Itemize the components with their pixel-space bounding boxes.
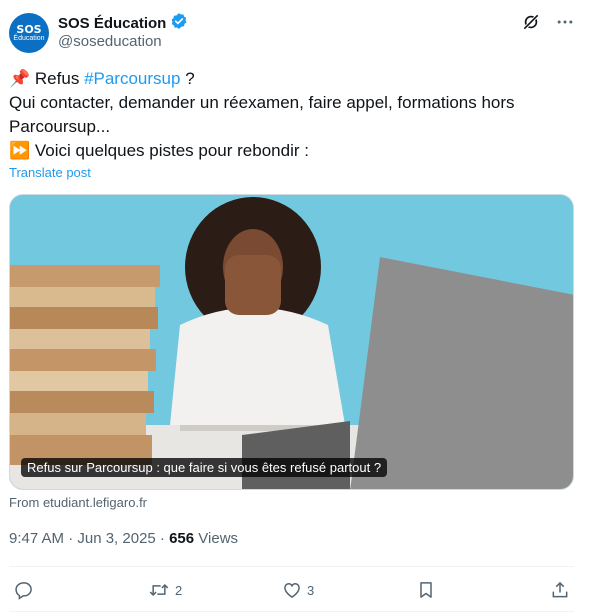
card-title[interactable]: Refus sur Parcoursup : que faire si vous… xyxy=(21,458,388,477)
bookmark-button[interactable] xyxy=(416,572,436,608)
divider xyxy=(9,566,574,567)
tweet-text-line1: Refus xyxy=(34,69,80,88)
views-label: Views xyxy=(194,530,239,547)
like-button[interactable]: 3 xyxy=(282,572,314,608)
avatar-subtext: Éducation xyxy=(13,34,45,42)
views-count: 656 xyxy=(169,530,195,547)
tweet-text-line1-end: ? xyxy=(185,69,195,88)
reply-icon xyxy=(14,580,34,600)
hashtag-link[interactable]: #Parcoursup xyxy=(84,69,180,88)
retweet-icon xyxy=(148,580,170,600)
divider xyxy=(9,611,574,612)
tweet-text-line4: Voici quelques pistes pour rebondir : xyxy=(34,141,309,160)
avatar-text: SOS xyxy=(16,22,42,36)
author-handle[interactable]: @soseducation xyxy=(58,33,162,50)
retweet-button[interactable]: 2 xyxy=(148,572,182,608)
action-bar: 2 3 xyxy=(0,572,591,608)
avatar[interactable]: SOS Éducation xyxy=(9,13,49,53)
heart-icon xyxy=(282,580,302,600)
retweet-count: 2 xyxy=(175,582,183,598)
reply-button[interactable] xyxy=(14,572,39,608)
pushpin-emoji: 📌 xyxy=(9,69,31,88)
post-meta: 9:47 AM · Jun 3, 2025 · 656 Views xyxy=(9,530,238,547)
author-name[interactable]: SOS Éducation xyxy=(58,15,166,32)
link-card[interactable] xyxy=(9,194,574,490)
card-source[interactable]: From etudiant.lefigaro.fr xyxy=(9,495,147,510)
fast-forward-emoji: ⏩ xyxy=(9,141,31,160)
verified-badge-icon xyxy=(170,12,188,35)
tweet-text-line3: Parcoursup... xyxy=(9,117,111,136)
translate-link[interactable]: Translate post xyxy=(9,165,91,180)
card-image xyxy=(10,195,573,489)
like-count: 3 xyxy=(307,582,315,598)
bookmark-icon xyxy=(416,580,436,600)
share-button[interactable] xyxy=(550,572,570,608)
share-icon xyxy=(550,580,570,600)
tweet-text: 📌 Refus #Parcoursup ? Qui contacter, dem… xyxy=(9,67,569,163)
tweet-text-line2: Qui contacter, demander un réexamen, fai… xyxy=(9,93,515,112)
author-name-row[interactable]: SOS Éducation xyxy=(58,12,188,35)
more-icon[interactable] xyxy=(555,12,575,32)
grok-icon[interactable] xyxy=(521,12,541,32)
post-timestamp[interactable]: 9:47 AM · Jun 3, 2025 · xyxy=(9,530,169,547)
